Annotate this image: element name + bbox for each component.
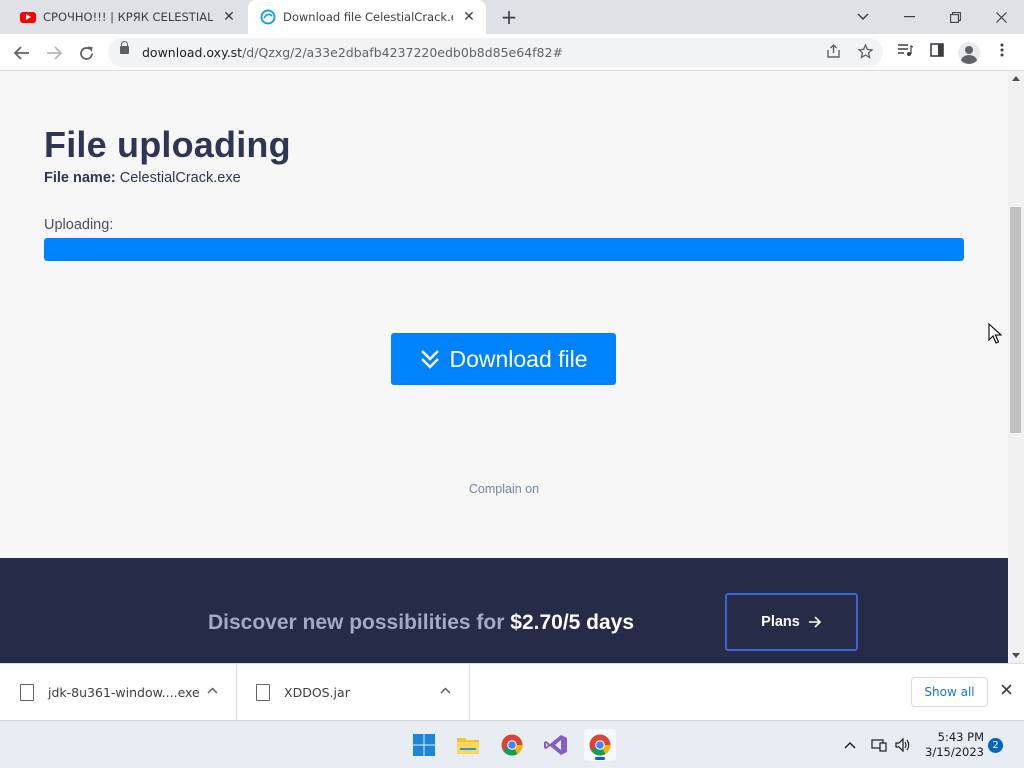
file-name-label: File name: — [44, 170, 116, 186]
tab-download-file[interactable]: Download file CelestialCrack.exe ✕ — [248, 0, 486, 34]
file-name-value: CelestialCrack.exe — [119, 170, 241, 186]
windows-start-icon[interactable] — [408, 729, 440, 761]
download-item-name: jdk-8u361-window....exe — [48, 684, 200, 700]
complain-link[interactable]: Complain on — [0, 482, 1008, 496]
file-name-row: File name: CelestialCrack.exe — [44, 170, 241, 186]
clock-date: 3/15/2023 — [925, 745, 984, 759]
tab-title: Download file CelestialCrack.exe — [283, 10, 453, 24]
notification-badge[interactable]: 2 — [988, 738, 1003, 753]
file-explorer-icon[interactable] — [452, 729, 484, 761]
page-scrollbar[interactable] — [1008, 71, 1024, 663]
tab-youtube[interactable]: СРОЧНО!!! | КРЯК CELESTIAL RECODE ✕ — [8, 0, 246, 34]
arrow-right-icon — [808, 616, 821, 628]
reload-icon[interactable] — [73, 40, 99, 66]
tab-search-icon[interactable] — [840, 0, 886, 34]
kebab-menu-icon[interactable] — [991, 42, 1013, 64]
promo-banner: Discover new possibilities for $2.70/5 d… — [0, 558, 1008, 663]
youtube-icon — [20, 11, 36, 23]
forward-icon[interactable] — [41, 40, 67, 66]
scrollbar-thumb[interactable] — [1010, 207, 1021, 433]
volume-icon[interactable] — [895, 721, 911, 768]
profile-avatar-icon[interactable] — [958, 42, 980, 64]
browser-toolbar: download.oxy.st/d/Qzxg/2/a33e2dbafb42372… — [0, 34, 1024, 71]
download-item-name: XDDOS.jar — [284, 684, 350, 700]
side-panel-icon[interactable] — [926, 42, 948, 64]
chrome-icon[interactable] — [496, 729, 528, 761]
file-icon — [256, 683, 270, 701]
bookmark-star-icon[interactable] — [856, 43, 874, 62]
system-clock[interactable]: 5:43 PM 3/15/2023 — [924, 730, 984, 760]
visual-studio-icon[interactable] — [540, 729, 572, 761]
mouse-cursor-icon — [988, 323, 1002, 344]
close-window-icon[interactable] — [978, 0, 1024, 34]
double-chevron-down-icon — [421, 350, 440, 369]
share-icon[interactable] — [824, 44, 842, 62]
oxy-icon — [260, 9, 276, 25]
network-icon[interactable] — [871, 721, 887, 768]
uploading-label: Uploading: — [44, 217, 114, 233]
close-tab-icon[interactable]: ✕ — [462, 10, 476, 24]
promo-price: $2.70/5 days — [510, 611, 635, 634]
scroll-up-arrow-icon[interactable] — [1012, 76, 1020, 81]
show-all-button[interactable]: Show all — [911, 677, 988, 707]
java-file-icon — [20, 683, 34, 701]
page-title: File uploading — [44, 124, 291, 165]
tab-title: СРОЧНО!!! | КРЯК CELESTIAL RECODE — [43, 10, 213, 24]
new-tab-button[interactable]: + — [498, 6, 520, 28]
plans-label: Plans — [761, 614, 800, 630]
download-file-label: Download file — [449, 345, 588, 372]
url-text[interactable]: download.oxy.st/d/Qzxg/2/a33e2dbafb42372… — [142, 45, 563, 60]
show-hidden-icons-icon[interactable] — [844, 721, 856, 768]
chrome-icon[interactable] — [584, 729, 616, 761]
media-queue-icon[interactable] — [894, 42, 916, 64]
scroll-down-arrow-icon[interactable] — [1012, 653, 1020, 658]
download-item[interactable]: XDDOS.jar — [237, 664, 470, 720]
chevron-up-icon[interactable] — [440, 687, 451, 694]
taskbar: 5:43 PM 3/15/2023 2 — [0, 720, 1024, 768]
upload-progress-fill — [44, 238, 964, 261]
restore-icon[interactable] — [932, 0, 978, 34]
page-viewport: File uploading File name: CelestialCrack… — [0, 71, 1008, 663]
plans-button[interactable]: Plans — [725, 593, 858, 651]
back-icon[interactable] — [9, 40, 35, 66]
close-tab-icon[interactable]: ✕ — [222, 10, 236, 24]
tab-strip: СРОЧНО!!! | КРЯК CELESTIAL RECODE ✕ Down… — [0, 0, 1024, 34]
download-shelf: jdk-8u361-window....exe XDDOS.jar Show a… — [0, 663, 1024, 720]
address-bar[interactable]: download.oxy.st/d/Qzxg/2/a33e2dbafb42372… — [108, 38, 883, 67]
upload-progress-bar — [44, 238, 964, 261]
download-file-button[interactable]: Download file — [391, 333, 616, 385]
clock-time: 5:43 PM — [937, 730, 984, 744]
close-shelf-icon[interactable] — [998, 682, 1014, 698]
chevron-up-icon[interactable] — [207, 687, 218, 694]
download-item[interactable]: jdk-8u361-window....exe — [0, 664, 237, 720]
minimize-icon[interactable] — [886, 0, 932, 34]
promo-text: Discover new possibilities for $2.70/5 d… — [208, 611, 635, 634]
lock-icon[interactable] — [120, 41, 129, 54]
